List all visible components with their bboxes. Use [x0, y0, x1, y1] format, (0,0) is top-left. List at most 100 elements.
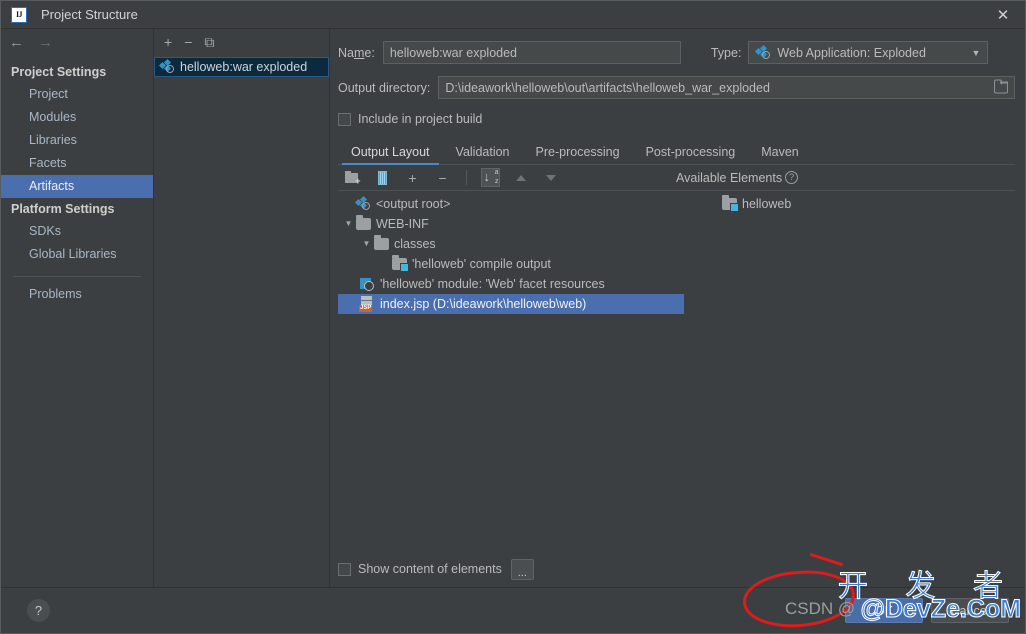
tree-row-label: WEB-INF: [376, 217, 429, 231]
type-label: Type:: [710, 45, 742, 60]
layout-settings-button[interactable]: ...: [510, 558, 534, 580]
tree-row-label: <output root>: [376, 197, 451, 211]
forward-arrow-icon[interactable]: →: [38, 35, 53, 50]
available-elements-label: Available Elements: [676, 170, 783, 185]
layout-footer: Show content of elements ...: [338, 551, 1015, 587]
name-label: Name:: [338, 45, 375, 60]
output-directory-input[interactable]: D:\ideawork\helloweb\out\artifacts\hello…: [438, 76, 1015, 99]
tab-maven[interactable]: Maven: [748, 141, 812, 165]
sidebar-item-problems[interactable]: Problems: [1, 283, 153, 306]
sidebar-item-libraries[interactable]: Libraries: [1, 129, 153, 152]
artifact-type-select[interactable]: Web Application: Exploded ▼: [748, 41, 989, 64]
artifact-list-item[interactable]: helloweb:war exploded: [154, 57, 329, 77]
title-bar: IJ Project Structure ✕: [1, 1, 1025, 28]
sidebar-divider: [13, 276, 141, 277]
tree-row-label: classes: [394, 237, 436, 251]
triangle-down-icon: [545, 174, 556, 181]
tree-row[interactable]: 'helloweb' module: 'Web' facet resources: [338, 274, 684, 294]
dialog-body: ← → Project Settings Project Modules Lib…: [1, 28, 1025, 587]
folder-icon: [355, 215, 371, 232]
output-directory-label: Output directory:: [338, 80, 431, 95]
settings-sidebar: ← → Project Settings Project Modules Lib…: [1, 29, 154, 587]
show-content-of-elements-label: Show content of elements: [358, 562, 502, 576]
folder-icon[interactable]: [993, 79, 1009, 93]
copy-artifact-button[interactable]: ⧉: [204, 35, 214, 49]
sort-alphabetically-icon: ↓ a z: [483, 169, 499, 185]
sidebar-items: Project Settings Project Modules Librari…: [1, 55, 153, 587]
artifact-type-value: Web Application: Exploded: [777, 45, 926, 60]
tab-validation[interactable]: Validation: [443, 141, 523, 165]
sidebar-item-global-libraries[interactable]: Global Libraries: [1, 243, 153, 266]
close-icon[interactable]: ✕: [981, 1, 1025, 28]
tab-pre-processing[interactable]: Pre-processing: [523, 141, 633, 165]
sidebar-item-facets[interactable]: Facets: [1, 152, 153, 175]
available-elements-tree[interactable]: helloweb: [684, 191, 1015, 551]
output-directory-row: Output directory: D:\ideawork\helloweb\o…: [338, 76, 1015, 99]
dialog-buttons: OK Cancel: [845, 598, 1009, 623]
new-folder-icon: +: [344, 170, 361, 185]
artifact-list-toolbar: + − ⧉: [154, 29, 329, 55]
include-in-project-build-label: Include in project build: [358, 112, 483, 126]
output-layout-toolbar: + + − ↓ a z Available Elements ?: [338, 165, 1015, 190]
ok-button[interactable]: OK: [845, 598, 923, 623]
move-up-button[interactable]: [511, 168, 530, 187]
chevron-down-icon[interactable]: ▼: [360, 240, 373, 248]
cancel-button[interactable]: Cancel: [931, 598, 1009, 623]
window-title: Project Structure: [41, 7, 138, 22]
module-output-icon: [721, 195, 739, 212]
remove-artifact-button[interactable]: −: [184, 35, 192, 49]
output-directory-value: D:\ideawork\helloweb\out\artifacts\hello…: [445, 80, 770, 95]
add-artifact-button[interactable]: +: [164, 35, 172, 49]
artifacts-configurable: + − ⧉ helloweb:war exploded Name: hellow…: [154, 29, 1025, 587]
artifact-list-panel: + − ⧉ helloweb:war exploded: [154, 29, 330, 587]
remove-element-button[interactable]: −: [433, 168, 452, 187]
artifact-list: helloweb:war exploded: [154, 55, 329, 77]
tree-row[interactable]: 'helloweb' compile output: [338, 254, 684, 274]
tree-row-label: index.jsp (D:\ideawork\helloweb\web): [380, 297, 587, 311]
sidebar-group-platform-settings: Platform Settings: [11, 202, 115, 216]
create-directory-button[interactable]: +: [343, 168, 362, 187]
sidebar-group-project-settings: Project Settings: [11, 65, 107, 79]
intellij-idea-icon: IJ: [11, 6, 27, 23]
output-layout-tree[interactable]: <output root> ▼ WEB-INF ▼ classes 'hello…: [338, 191, 684, 551]
jsp-file-icon: JSP: [359, 296, 375, 312]
back-arrow-icon[interactable]: ←: [9, 35, 24, 50]
tree-row[interactable]: ▼ WEB-INF: [338, 214, 684, 234]
add-copy-of-button[interactable]: +: [403, 168, 422, 187]
sidebar-item-sdks[interactable]: SDKs: [1, 220, 153, 243]
jar-archive-icon: [378, 170, 387, 185]
artifact-name-input[interactable]: helloweb:war exploded: [382, 41, 681, 64]
sidebar-navigation: ← →: [1, 29, 153, 55]
chevron-down-icon[interactable]: ▼: [342, 220, 355, 228]
help-icon[interactable]: ?: [27, 599, 50, 622]
artifact-icon: [755, 44, 771, 61]
artifact-editor: Name: helloweb:war exploded Type: Web Ap…: [330, 29, 1025, 587]
artifact-icon: [354, 195, 371, 212]
artifact-icon: [158, 58, 175, 75]
sort-elements-button[interactable]: ↓ a z: [481, 168, 500, 187]
tab-post-processing[interactable]: Post-processing: [633, 141, 749, 165]
dialog-button-bar: ? OK Cancel CSDN @ 开 发 者 @DevZe.CoM: [1, 567, 1025, 633]
chevron-down-icon: ▼: [971, 47, 981, 58]
tab-output-layout[interactable]: Output Layout: [338, 141, 443, 165]
facet-resources-icon: [359, 276, 375, 292]
sidebar-item-project[interactable]: Project: [1, 83, 153, 106]
tree-row[interactable]: helloweb: [684, 194, 1015, 214]
plus-icon: +: [408, 169, 417, 186]
tree-row[interactable]: <output root>: [338, 194, 684, 214]
toolbar-divider: [466, 170, 467, 185]
artifact-tabs: Output Layout Validation Pre-processing …: [338, 140, 1015, 165]
project-structure-dialog: IJ Project Structure ✕ ← → Project Setti…: [0, 0, 1026, 634]
show-content-of-elements-checkbox[interactable]: Show content of elements: [338, 562, 502, 576]
minus-icon: −: [438, 169, 447, 186]
sidebar-item-artifacts[interactable]: Artifacts: [1, 175, 153, 198]
help-icon[interactable]: ?: [785, 171, 799, 184]
tree-row[interactable]: JSP index.jsp (D:\ideawork\helloweb\web): [338, 294, 684, 314]
move-down-button[interactable]: [541, 168, 560, 187]
checkbox-box: [338, 562, 351, 576]
tree-row-label: 'helloweb' compile output: [412, 257, 551, 271]
sidebar-item-modules[interactable]: Modules: [1, 106, 153, 129]
tree-row[interactable]: ▼ classes: [338, 234, 684, 254]
create-archive-button[interactable]: [373, 168, 392, 187]
include-in-project-build-checkbox[interactable]: Include in project build: [338, 112, 1015, 126]
